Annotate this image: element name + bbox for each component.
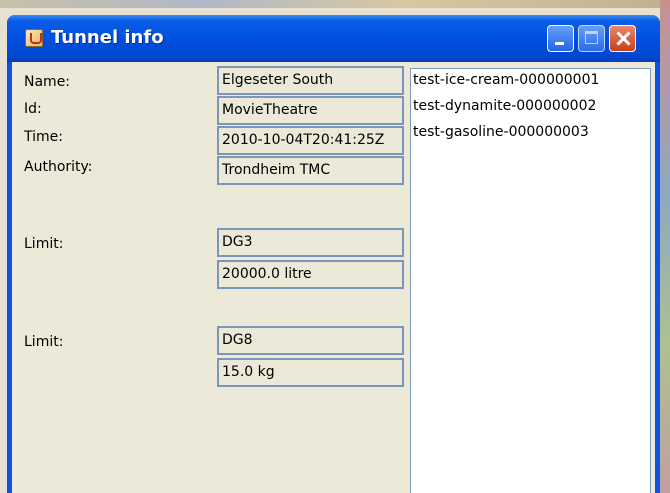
maximize-button[interactable] xyxy=(578,25,605,52)
tunnel-info-window: Tunnel info Name: Elgeseter South Id: Mo… xyxy=(7,15,660,493)
window-content: Name: Elgeseter South Id: MovieTheatre T… xyxy=(12,62,655,493)
java-coffee-cup-icon[interactable] xyxy=(25,29,43,47)
list-item[interactable]: test-dynamite-000000002 xyxy=(411,93,650,119)
list-item[interactable]: test-ice-cream-000000001 xyxy=(411,67,650,93)
limit-label: Limit: xyxy=(24,334,64,350)
limit-amount-field: 20000.0 litre xyxy=(217,260,404,289)
limit-class-field: DG3 xyxy=(217,228,404,257)
desktop-background xyxy=(0,0,670,8)
limit-class-field: DG8 xyxy=(217,326,404,355)
close-button[interactable] xyxy=(609,25,636,52)
desktop-background-right xyxy=(660,0,670,493)
name-field: Elgeseter South xyxy=(217,66,404,95)
limit-label: Limit: xyxy=(24,236,64,252)
authority-label: Authority: xyxy=(24,159,93,175)
name-label: Name: xyxy=(24,74,71,90)
limit-amount-field: 15.0 kg xyxy=(217,358,404,387)
authority-field: Trondheim TMC xyxy=(217,156,404,185)
id-label: Id: xyxy=(24,101,42,117)
id-field: MovieTheatre xyxy=(217,96,404,125)
window-title: Tunnel info xyxy=(51,27,164,48)
time-label: Time: xyxy=(24,129,63,145)
list-item[interactable]: test-gasoline-000000003 xyxy=(411,119,650,145)
minimize-button[interactable] xyxy=(547,25,574,52)
cargo-list[interactable]: test-ice-cream-000000001 test-dynamite-0… xyxy=(410,68,651,493)
time-field: 2010-10-04T20:41:25Z xyxy=(217,126,404,155)
title-bar[interactable]: Tunnel info xyxy=(7,15,660,62)
